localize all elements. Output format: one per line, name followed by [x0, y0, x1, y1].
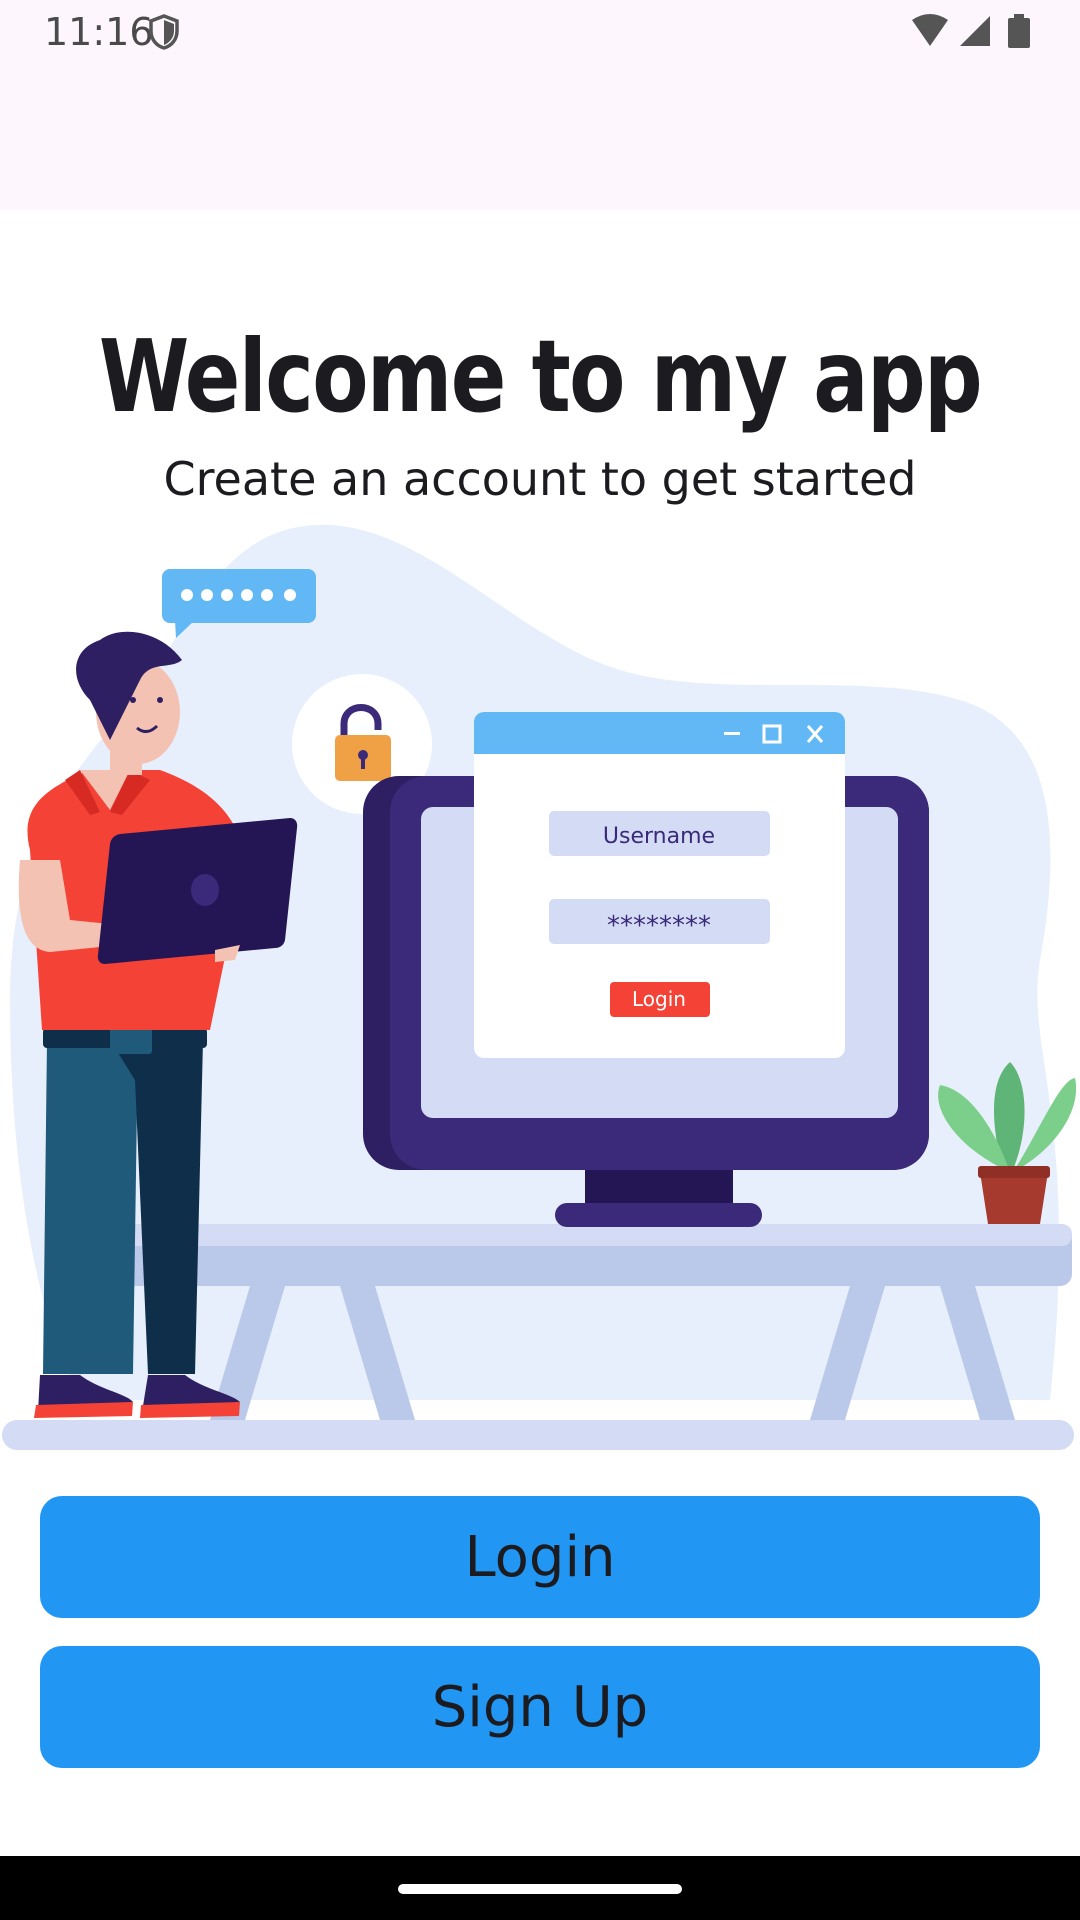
illustration-login-label: Login: [632, 987, 686, 1011]
login-illustration: Username ******** Login: [2, 524, 1077, 1450]
page-title: Welcome to my app: [98, 318, 983, 435]
home-gesture-handle[interactable]: [398, 1884, 682, 1894]
login-window: Username ******** Login: [474, 712, 845, 1058]
login-button[interactable]: Login: [40, 1496, 1040, 1618]
status-icons: [910, 12, 1040, 57]
signal-icon: [960, 16, 990, 46]
wifi-icon: [912, 14, 948, 46]
username-placeholder: Username: [603, 824, 715, 849]
sign-up-button[interactable]: Sign Up: [40, 1646, 1040, 1768]
page-subtitle: Create an account to get started: [163, 452, 917, 506]
password-mask: ********: [607, 911, 711, 941]
shield-icon: [148, 14, 180, 55]
battery-icon: [1008, 14, 1030, 48]
status-bar: 11:16: [0, 0, 1080, 210]
status-time: 11:16: [44, 10, 154, 54]
